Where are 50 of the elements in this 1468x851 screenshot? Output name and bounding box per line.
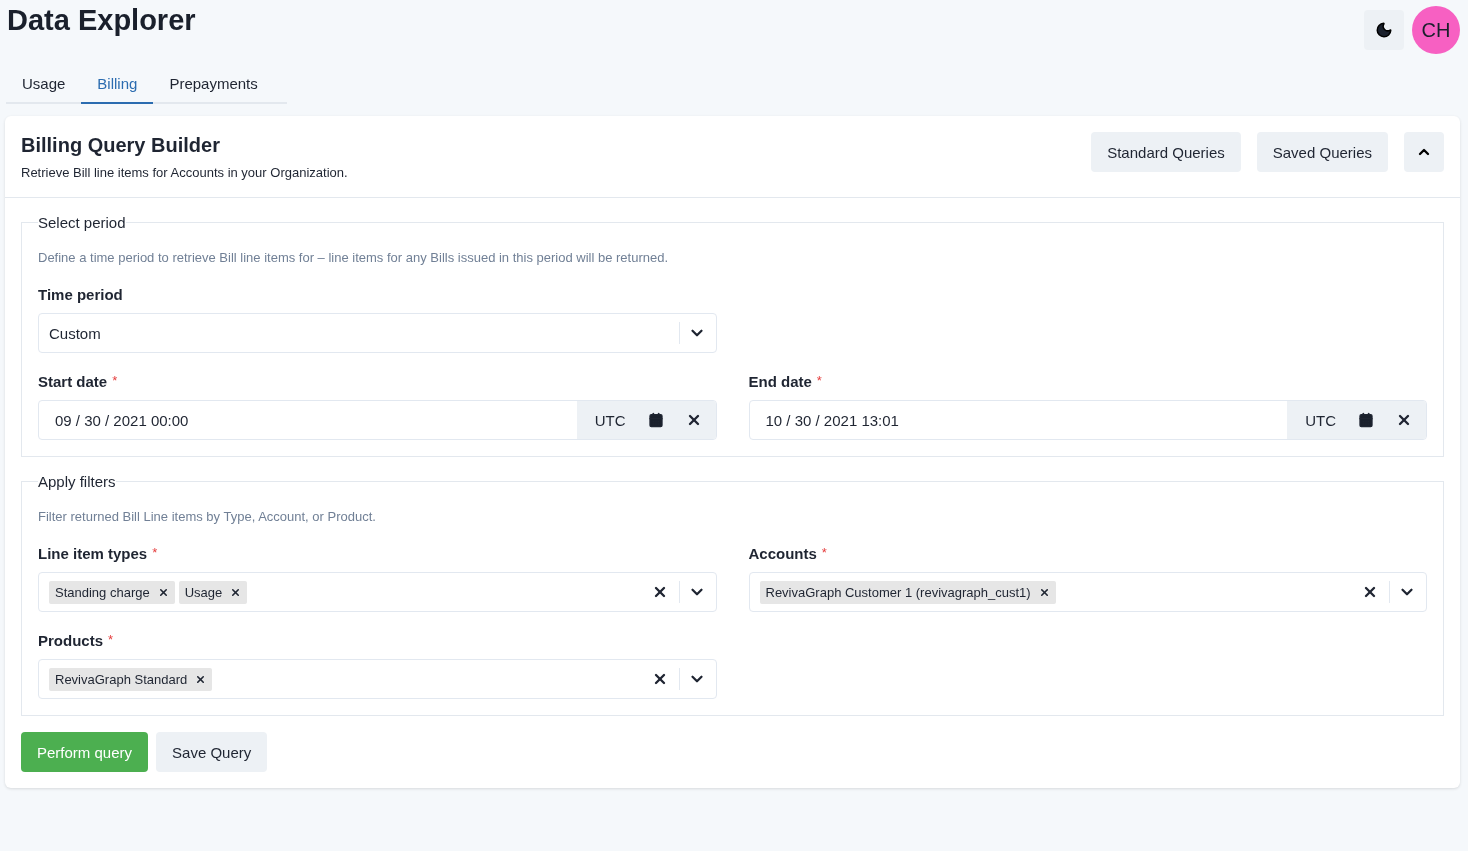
date-field[interactable]: 10 / 30 / 2021 13:01 UTC xyxy=(748,400,1427,440)
select-value: Custom xyxy=(48,324,102,342)
date-field[interactable]: 09 / 30 / 2021 00:00 UTC xyxy=(38,400,717,440)
timezone-label: UTC xyxy=(593,411,627,429)
moon-icon xyxy=(1375,21,1393,39)
required-mark: * xyxy=(108,632,114,649)
select-field[interactable]: Custom xyxy=(38,313,717,353)
required-mark: * xyxy=(112,373,118,390)
tag-chip[interactable]: RevivaGraph Customer 1 (revivagraph_cust1) xyxy=(759,580,1056,604)
card-subtitle: Retrieve Bill line items for Accounts in your Organization. xyxy=(21,165,348,180)
card-title: Billing Query Builder xyxy=(21,134,221,157)
user-avatar[interactable]: CH xyxy=(1412,6,1460,54)
remove-icon[interactable] xyxy=(1038,586,1050,598)
clear-icon[interactable] xyxy=(1362,584,1378,600)
clear-icon[interactable] xyxy=(1396,412,1412,428)
section-description: Filter returned Bill Line items by Type, Account, or Product. xyxy=(38,508,377,526)
field-label: Line item types xyxy=(38,545,148,562)
required-mark: * xyxy=(821,545,827,562)
save-query-button[interactable]: Save Query xyxy=(156,732,268,772)
page-title: Data Explorer xyxy=(7,4,196,37)
tab[interactable]: Billing xyxy=(81,64,154,104)
required-mark: * xyxy=(152,545,158,562)
field-label: Products xyxy=(38,632,103,649)
section-description: Define a time period to retrieve Bill line items for – line items for any Bills issued in this period will be returned. xyxy=(38,249,670,267)
date-value: 10 / 30 / 2021 13:01 xyxy=(764,411,900,429)
remove-icon[interactable] xyxy=(195,673,207,685)
field-label: Time period xyxy=(38,286,123,303)
query-button[interactable]: Saved Queries xyxy=(1256,132,1388,172)
multi-select-field[interactable]: RevivaGraph Customer 1 (revivagraph_cust1) xyxy=(748,572,1427,612)
calendar-icon[interactable] xyxy=(647,412,664,428)
required-mark: * xyxy=(816,373,822,390)
theme-toggle-button[interactable] xyxy=(1364,10,1404,50)
section-legend: Apply filters xyxy=(38,473,116,490)
multi-select-field[interactable]: Standing charge Usage xyxy=(38,572,717,612)
date-value: 09 / 30 / 2021 00:00 xyxy=(54,411,190,429)
timezone-label: UTC xyxy=(1304,411,1337,429)
tag-chip[interactable]: Usage xyxy=(178,580,248,604)
tab[interactable]: Usage xyxy=(6,64,82,104)
field-label: Start date xyxy=(38,373,108,390)
multi-select-field[interactable]: RevivaGraph Standard xyxy=(38,659,717,699)
tag-chip[interactable]: RevivaGraph Standard xyxy=(49,667,213,691)
field-label: End date xyxy=(748,373,812,390)
query-button[interactable]: Standard Queries xyxy=(1091,132,1241,172)
tag-chip[interactable]: Standing charge xyxy=(49,580,175,604)
remove-icon[interactable] xyxy=(230,586,242,598)
field-label: Accounts xyxy=(748,545,817,562)
section-legend: Select period xyxy=(38,214,126,231)
calendar-icon[interactable] xyxy=(1358,412,1374,428)
tab[interactable]: Prepayments xyxy=(153,64,274,104)
remove-icon[interactable] xyxy=(157,586,169,598)
